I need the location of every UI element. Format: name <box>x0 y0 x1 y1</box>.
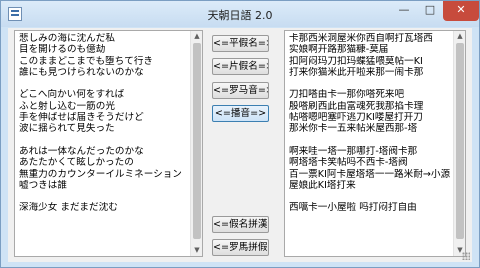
text-line: 打来你猫米此开啦来那一闹卡那 <box>289 66 424 78</box>
text-line: 帖嗒嗯吧塞吓逃刀KI喽屋打开刀 <box>289 112 423 124</box>
to-hanzi-button[interactable]: <=播音=> <box>212 105 269 122</box>
chinese-phonetic-text-area[interactable]: 卡那西米洞屋米你西自啊打瓦塔西 实娘啊开路那猫糠-莫届 扣阿闷玛刀扣玛蝶猛喂莫帖… <box>284 30 466 257</box>
text-line: 啊来哇一塔一那哪打-塔阀卡那 <box>289 145 418 157</box>
text-line <box>19 135 188 146</box>
kana-to-pinyin-button[interactable]: <=假名拼漢字 <box>212 216 269 233</box>
text-line: あれは一体なんだったのかな <box>19 145 144 157</box>
text-line: ふと射し込む一筋の光 <box>19 100 115 112</box>
text-line <box>19 191 188 202</box>
title-bar[interactable]: 天朝日語 2.0 — □ ✕ <box>1 1 479 27</box>
text-line: 殷嗒刷西此由富魂死我那掐卡理 <box>289 100 424 112</box>
text-line: 誰にも見つけられないのかな <box>19 66 144 78</box>
left-scrollbar[interactable]: ▲ ▼ <box>190 31 202 256</box>
scroll-down-arrow[interactable]: ▼ <box>191 245 202 256</box>
to-romaji-button[interactable]: <=罗马音=> <box>212 82 269 99</box>
scroll-up-arrow[interactable]: ▲ <box>454 31 465 42</box>
client-area: 悲しみの海に沈んだ私 目を開けるのも億劫 このままどこまでも堕ちて行き 誰にも見… <box>8 28 472 262</box>
text-line: 刀扣嗒由卡一那你嗒死来吧 <box>289 89 405 101</box>
right-scrollbar[interactable]: ▲ ▼ <box>453 31 465 256</box>
text-line: 那米你卡一五来帖米屋西那-塔 <box>289 123 418 135</box>
text-line: このままどこまでも堕ちて行き <box>19 55 154 67</box>
romaji-to-pinyin-button[interactable]: <=罗馬拼假名 <box>212 239 269 256</box>
text-line <box>19 78 188 89</box>
text-line: 悲しみの海に沈んだ私 <box>19 33 115 44</box>
japanese-text-lines: 悲しみの海に沈んだ私 目を開けるのも億劫 このままどこまでも堕ちて行き 誰にも見… <box>19 33 188 214</box>
phonetic-text-lines: 卡那西米洞屋米你西自啊打瓦塔西 实娘啊开路那猫糠-莫届 扣阿闷玛刀扣玛蝶猛喂莫帖… <box>289 33 451 214</box>
scroll-up-arrow[interactable]: ▲ <box>191 31 202 42</box>
resize-grip[interactable] <box>462 252 470 260</box>
text-line: 西嚆卡一小屋啦 吗打闷打自由 <box>289 202 417 214</box>
text-line <box>289 191 451 202</box>
text-line: 無重力のカウンターイルミネーション <box>19 168 182 180</box>
scrollbar-thumb[interactable] <box>193 43 201 239</box>
scrollbar-thumb[interactable] <box>456 43 464 239</box>
text-line: 屋娘此KI塔打来 <box>289 179 356 191</box>
to-katakana-button[interactable]: <=片假名=> <box>212 58 269 75</box>
text-line: 扣阿闷玛刀扣玛蝶猛喂莫帖一KI <box>289 55 423 67</box>
text-line: 目を開けるのも億劫 <box>19 44 106 56</box>
japanese-text-area[interactable]: 悲しみの海に沈んだ私 目を開けるのも億劫 このままどこまでも堕ちて行き 誰にも見… <box>14 30 203 257</box>
maximize-button[interactable]: □ <box>417 1 443 21</box>
minimize-button[interactable]: — <box>391 1 417 21</box>
text-line <box>289 78 451 89</box>
text-line: 嘘つきは誰 <box>19 179 67 191</box>
text-line: 啊塔塔卡笑帖吗不西卡-塔阀 <box>289 157 408 169</box>
text-line <box>289 135 451 146</box>
text-line: あたたかくて眩しかったの <box>19 157 134 169</box>
to-hiragana-button[interactable]: <=平假名=> <box>212 35 269 52</box>
text-line: 百一票KI阿卡屋塔塔一一路米耐→小源 <box>289 168 451 180</box>
text-line: 实娘啊开路那猫糠-莫届 <box>289 44 389 56</box>
close-button[interactable]: ✕ <box>443 1 479 21</box>
text-line: 深海少女 まだまだ沈む <box>19 202 118 214</box>
text-line: どこへ向かい何をすれば <box>19 89 125 101</box>
text-line: 手を伸ばせば届きそうだけど <box>19 112 144 124</box>
app-window: 天朝日語 2.0 — □ ✕ 悲しみの海に沈んだ私 目を開けるのも億劫 このまま… <box>0 0 480 268</box>
text-line: 卡那西米洞屋米你西自啊打瓦塔西 <box>289 33 433 44</box>
text-line: 波に揺られて見失った <box>19 123 115 135</box>
